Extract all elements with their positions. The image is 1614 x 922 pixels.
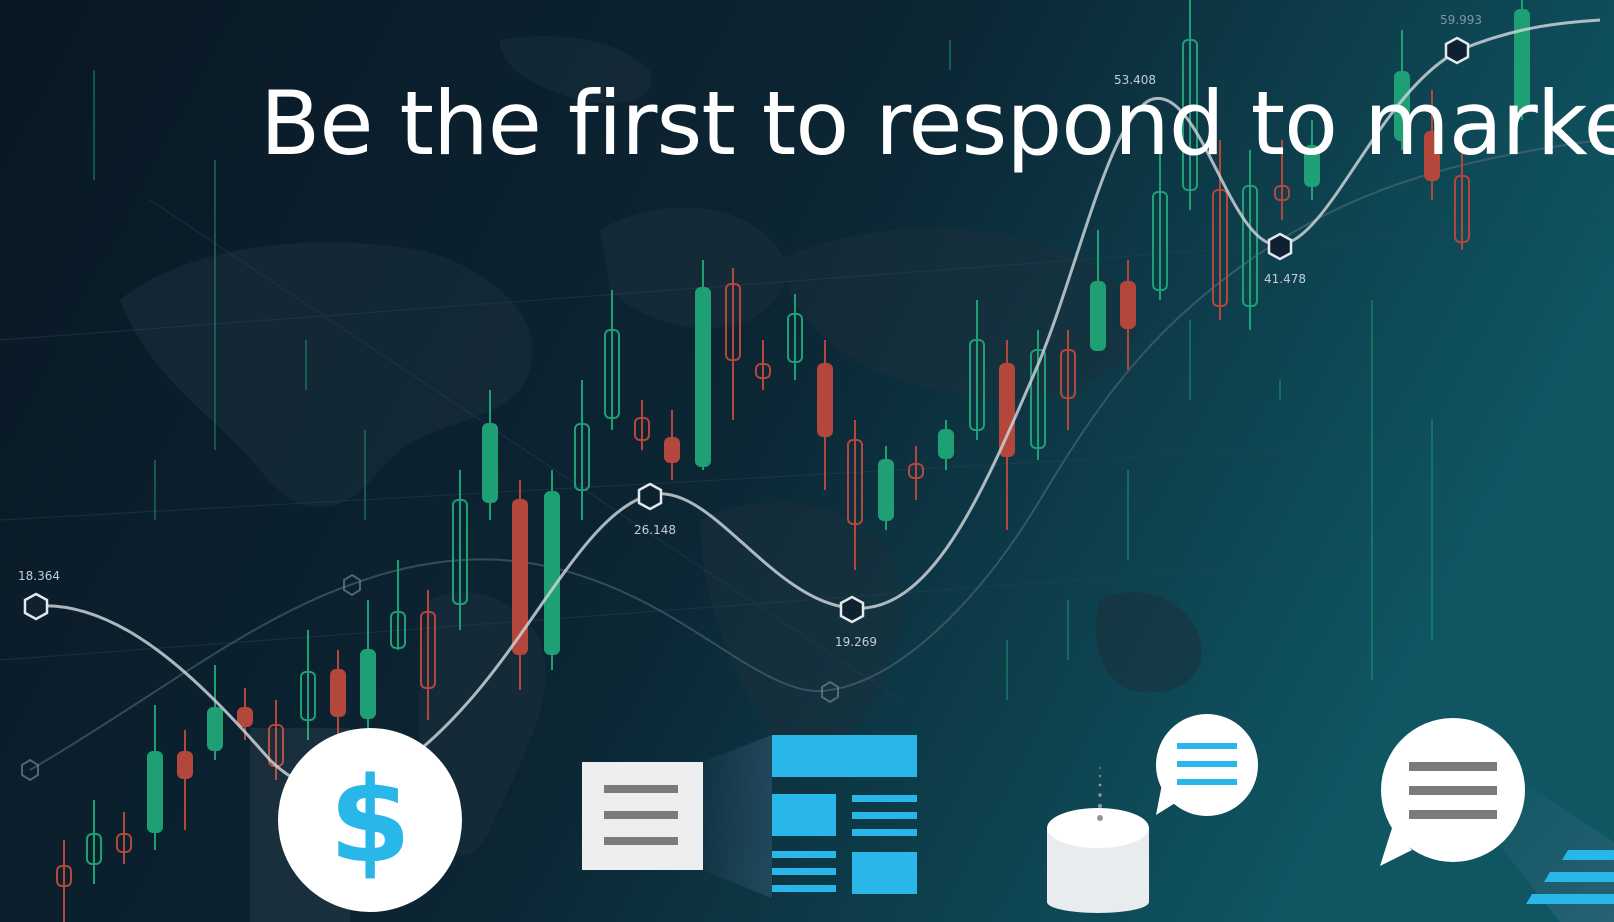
hero-banner: 18.364 26.148 19.269 53.408 41.478 59.99… (0, 0, 1614, 922)
candle-body (237, 707, 253, 727)
candle-body (999, 363, 1015, 457)
candle-body (1090, 281, 1106, 351)
candle-body (330, 669, 346, 717)
candle-body (1120, 281, 1136, 329)
candle-body (938, 429, 954, 459)
headline: Be the first to respond to marke (260, 72, 1614, 175)
candle-body (817, 363, 833, 437)
value-label: 18.364 (18, 569, 60, 583)
candle-body (878, 459, 894, 521)
chat-bubble-icon (1156, 714, 1258, 816)
candle-body (482, 423, 498, 503)
dollar-symbol: $ (328, 751, 412, 889)
value-label: 19.269 (835, 635, 877, 649)
value-label: 41.478 (1264, 272, 1306, 286)
candle-body (695, 287, 711, 467)
beam (702, 735, 772, 898)
candle-body (360, 649, 376, 719)
value-label: 26.148 (634, 523, 676, 537)
candle-body (664, 437, 680, 463)
value-label: 59.993 (1440, 13, 1482, 27)
candle-body (207, 707, 223, 751)
candle-body (512, 499, 528, 655)
candle-body (177, 751, 193, 779)
document-icon (582, 762, 703, 870)
dollar-icon: $ (278, 728, 462, 912)
candle-body (147, 751, 163, 833)
candle-body (544, 491, 560, 655)
